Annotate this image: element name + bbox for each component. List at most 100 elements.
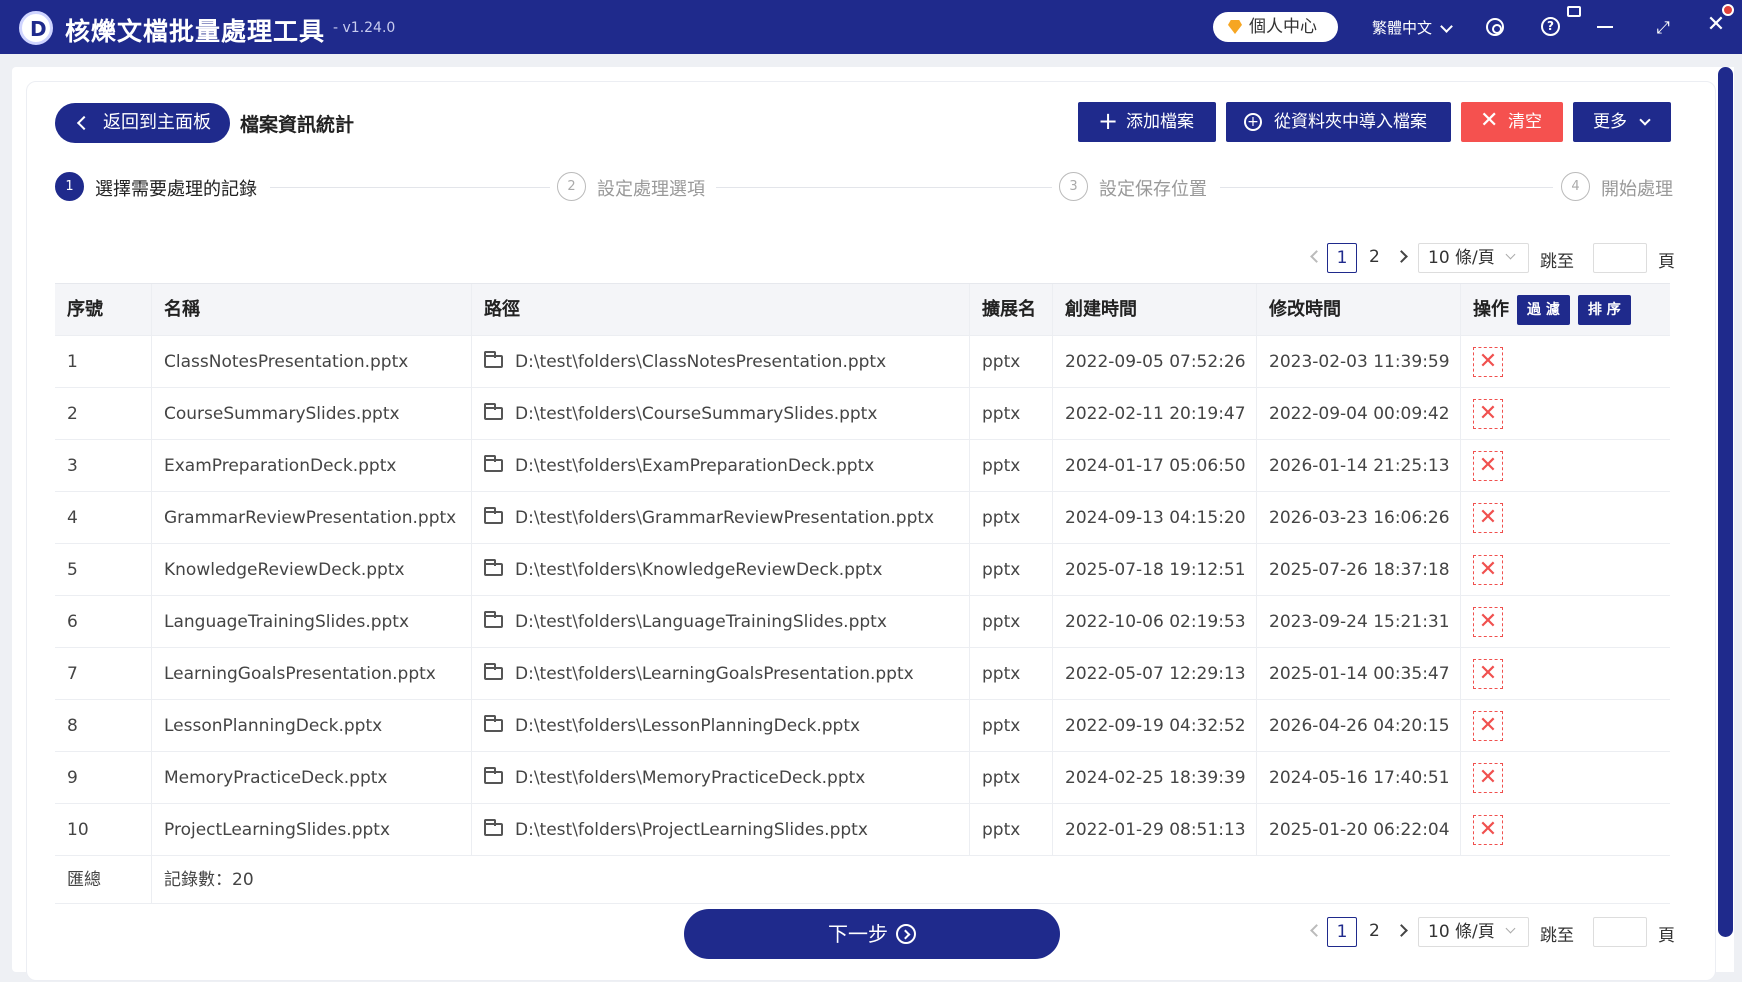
- modified-time: 2026-01-14 21:25:13: [1257, 440, 1461, 491]
- page-2-button[interactable]: 2: [1369, 247, 1380, 267]
- delete-row-icon[interactable]: ✕: [1473, 763, 1503, 793]
- col-index: 序號: [55, 284, 152, 335]
- file-path[interactable]: D:\test\folders\ExamPreparationDeck.pptx: [472, 440, 970, 491]
- file-path[interactable]: D:\test\folders\ProjectLearningSlides.pp…: [472, 804, 970, 855]
- delete-row-icon[interactable]: ✕: [1473, 347, 1503, 377]
- page-2-button[interactable]: 2: [1369, 921, 1380, 941]
- delete-row-icon[interactable]: ✕: [1473, 659, 1503, 689]
- file-ext: pptx: [970, 336, 1053, 387]
- settings-gear-icon[interactable]: [1486, 18, 1504, 36]
- folder-icon: [484, 351, 503, 368]
- chevron-right-icon[interactable]: [1395, 924, 1408, 937]
- row-index: 3: [55, 440, 152, 491]
- more-button[interactable]: 更多: [1573, 102, 1671, 142]
- file-path[interactable]: D:\test\folders\ClassNotesPresentation.p…: [472, 336, 970, 387]
- page-size-select[interactable]: 10 條/頁: [1418, 917, 1529, 947]
- row-actions: ✕: [1461, 804, 1670, 855]
- table-row: 10 ProjectLearningSlides.pptx D:\test\fold…: [55, 804, 1670, 856]
- folder-icon: [484, 611, 503, 628]
- sort-button[interactable]: 排 序: [1577, 295, 1631, 325]
- add-file-button[interactable]: + 添加檔案: [1078, 102, 1216, 142]
- clear-button[interactable]: ✕ 清空: [1461, 102, 1563, 142]
- chevron-right-icon[interactable]: [1395, 250, 1408, 263]
- file-path[interactable]: D:\test\folders\LessonPlanningDeck.pptx: [472, 700, 970, 751]
- language-select[interactable]: 繁體中文: [1372, 17, 1453, 38]
- created-time: 2022-10-06 02:19:53: [1053, 596, 1257, 647]
- folder-icon: [484, 455, 503, 472]
- col-modified: 修改時間: [1257, 284, 1461, 335]
- summary-value: 記錄數：20: [164, 870, 254, 890]
- table-row: 3 ExamPreparationDeck.pptx D:\test\folders…: [55, 440, 1670, 492]
- page-title: 檔案資訊統計: [240, 114, 355, 136]
- created-time: 2022-01-29 08:51:13: [1053, 804, 1257, 855]
- created-time: 2022-09-05 07:52:26: [1053, 336, 1257, 387]
- chevron-down-icon: [1505, 923, 1516, 934]
- help-icon[interactable]: ?: [1541, 17, 1560, 36]
- created-time: 2022-09-19 04:32:52: [1053, 700, 1257, 751]
- page-size-select[interactable]: 10 條/頁: [1418, 243, 1529, 273]
- created-time: 2024-09-13 04:15:20: [1053, 492, 1257, 543]
- created-time: 2022-05-07 12:29:13: [1053, 648, 1257, 699]
- page-1-button[interactable]: 1: [1327, 917, 1357, 947]
- file-path[interactable]: D:\test\folders\LanguageTrainingSlides.p…: [472, 596, 970, 647]
- file-table: 序號 名稱 路徑 擴展名 創建時間 修改時間 操作過 濾排 序 1 ClassNo…: [55, 283, 1670, 904]
- filter-button[interactable]: 過 濾: [1517, 295, 1570, 325]
- pin-window-icon[interactable]: [1567, 6, 1581, 17]
- jump-page-input[interactable]: [1593, 917, 1647, 947]
- delete-row-icon[interactable]: ✕: [1473, 555, 1503, 585]
- modified-time: 2026-04-26 04:20:15: [1257, 700, 1461, 751]
- row-index: 10: [55, 804, 152, 855]
- file-path[interactable]: D:\test\folders\MemoryPracticeDeck.pptx: [472, 752, 970, 803]
- delete-row-icon[interactable]: ✕: [1473, 607, 1503, 637]
- table-row: 9 MemoryPracticeDeck.pptx D:\test\folders\…: [55, 752, 1670, 804]
- page-label: 頁: [1658, 926, 1675, 946]
- folder-icon: [484, 559, 503, 576]
- close-icon: ✕: [1480, 108, 1499, 133]
- created-time: 2024-01-17 05:06:50: [1053, 440, 1257, 491]
- file-path[interactable]: D:\test\folders\CourseSummarySlides.pptx: [472, 388, 970, 439]
- created-time: 2025-07-18 19:12:51: [1053, 544, 1257, 595]
- import-folder-button[interactable]: + 從資料夾中導入檔案: [1226, 102, 1451, 142]
- row-actions: ✕: [1461, 440, 1670, 491]
- table-row: 7 LearningGoalsPresentation.pptx D:\test\f…: [55, 648, 1670, 700]
- chevron-left-icon[interactable]: [1310, 250, 1323, 263]
- scrollbar-thumb[interactable]: [1718, 67, 1733, 937]
- delete-row-icon[interactable]: ✕: [1473, 815, 1503, 845]
- back-to-dashboard-button[interactable]: 返回到主面板: [55, 103, 230, 143]
- row-index: 2: [55, 388, 152, 439]
- file-path[interactable]: D:\test\folders\KnowledgeReviewDeck.pptx: [472, 544, 970, 595]
- table-row: 5 KnowledgeReviewDeck.pptx D:\test\folders…: [55, 544, 1670, 596]
- jump-page-input[interactable]: [1593, 243, 1647, 273]
- delete-row-icon[interactable]: ✕: [1473, 399, 1503, 429]
- chevron-down-icon: [1505, 249, 1516, 260]
- app-title: 核爍文檔批量處理工具: [65, 17, 326, 46]
- maximize-icon[interactable]: ⤢: [1652, 17, 1674, 39]
- delete-row-icon[interactable]: ✕: [1473, 711, 1503, 741]
- next-step-button[interactable]: 下一步: [684, 909, 1060, 959]
- table-row: 8 LessonPlanningDeck.pptx D:\test\folders\…: [55, 700, 1670, 752]
- file-path[interactable]: D:\test\folders\LearningGoalsPresentatio…: [472, 648, 970, 699]
- file-ext: pptx: [970, 492, 1053, 543]
- file-name: KnowledgeReviewDeck.pptx: [152, 544, 472, 595]
- file-ext: pptx: [970, 700, 1053, 751]
- file-name: ExamPreparationDeck.pptx: [152, 440, 472, 491]
- delete-row-icon[interactable]: ✕: [1473, 451, 1503, 481]
- close-icon[interactable]: ✕: [1705, 14, 1727, 36]
- folder-icon: [484, 819, 503, 836]
- folder-icon: [484, 767, 503, 784]
- diamond-icon: [1228, 20, 1242, 34]
- page-1-button[interactable]: 1: [1327, 243, 1357, 273]
- file-ext: pptx: [970, 440, 1053, 491]
- file-name: ClassNotesPresentation.pptx: [152, 336, 472, 387]
- created-time: 2022-02-11 20:19:47: [1053, 388, 1257, 439]
- row-actions: ✕: [1461, 596, 1670, 647]
- delete-row-icon[interactable]: ✕: [1473, 503, 1503, 533]
- minimize-icon[interactable]: [1597, 26, 1613, 28]
- modified-time: 2023-02-03 11:39:59: [1257, 336, 1461, 387]
- chevron-left-icon: [76, 115, 92, 131]
- folder-icon: [484, 507, 503, 524]
- personal-center-button[interactable]: 個人中心: [1213, 12, 1338, 42]
- table-row: 1 ClassNotesPresentation.pptx D:\test\fold…: [55, 336, 1670, 388]
- chevron-left-icon[interactable]: [1310, 924, 1323, 937]
- file-path[interactable]: D:\test\folders\GrammarReviewPresentatio…: [472, 492, 970, 543]
